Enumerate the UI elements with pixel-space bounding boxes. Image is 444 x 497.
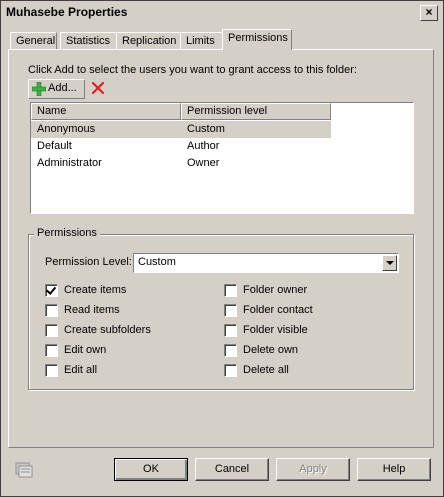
apply-button[interactable]: Apply bbox=[276, 458, 350, 481]
tab-replication[interactable]: Replication bbox=[116, 32, 189, 50]
window-title: Muhasebe Properties bbox=[6, 5, 128, 19]
remove-user-icon[interactable] bbox=[90, 80, 106, 96]
checkbox-label: Folder visible bbox=[243, 324, 308, 336]
help-button[interactable]: Help bbox=[357, 458, 431, 481]
tab-limits[interactable]: Limits bbox=[180, 32, 226, 50]
checkbox-box[interactable] bbox=[224, 284, 237, 297]
checkbox-box[interactable] bbox=[224, 364, 237, 377]
chevron-down-icon[interactable] bbox=[382, 255, 397, 271]
add-plus-icon bbox=[32, 82, 46, 96]
row-name: Default bbox=[37, 140, 72, 152]
checkbox-label: Edit all bbox=[64, 364, 98, 376]
checkbox-box[interactable] bbox=[45, 324, 58, 337]
column-header-permission-level[interactable]: Permission level bbox=[181, 103, 331, 120]
checkbox-box[interactable] bbox=[224, 344, 237, 357]
checkbox-box[interactable] bbox=[45, 304, 58, 317]
add-user-button[interactable]: Add... bbox=[28, 79, 85, 99]
row-name: Anonymous bbox=[37, 123, 96, 135]
user-permission-list[interactable]: Name Permission level Anonymous Custom D… bbox=[30, 102, 414, 214]
row-permission-level: Custom bbox=[187, 123, 225, 135]
row-permission-level: Author bbox=[187, 140, 220, 152]
checkbox-box[interactable] bbox=[224, 324, 237, 337]
checkbox-box[interactable] bbox=[45, 284, 58, 297]
tab-permissions[interactable]: Permissions bbox=[222, 29, 292, 50]
checkbox-box[interactable] bbox=[45, 364, 58, 377]
permission-level-select[interactable]: Custom bbox=[133, 253, 399, 273]
list-row-default[interactable]: Default Author bbox=[31, 138, 331, 155]
checkbox-label: Read items bbox=[64, 304, 120, 316]
row-name: Administrator bbox=[37, 157, 102, 169]
column-header-name[interactable]: Name bbox=[31, 103, 181, 120]
cancel-button[interactable]: Cancel bbox=[195, 458, 269, 481]
checkbox-label: Folder contact bbox=[243, 304, 313, 316]
ok-button[interactable]: OK bbox=[114, 458, 188, 481]
permission-level-value: Custom bbox=[138, 256, 176, 268]
checkbox-label: Delete all bbox=[243, 364, 289, 376]
checkbox-label: Create items bbox=[64, 284, 127, 296]
tab-statistics[interactable]: Statistics bbox=[60, 32, 121, 50]
checkbox-label: Delete own bbox=[243, 344, 299, 356]
permissions-group-label: Permissions bbox=[34, 227, 100, 239]
checkbox-label: Folder owner bbox=[243, 284, 308, 296]
permission-level-label: Permission Level: bbox=[45, 256, 132, 268]
checkbox-label: Create subfolders bbox=[64, 324, 151, 336]
add-button-label: Add... bbox=[48, 82, 77, 94]
row-permission-level: Owner bbox=[187, 157, 220, 169]
checkbox-box[interactable] bbox=[45, 344, 58, 357]
list-row-anonymous[interactable]: Anonymous Custom bbox=[31, 121, 331, 138]
properties-sheet-icon bbox=[15, 462, 33, 478]
close-button[interactable]: × bbox=[420, 5, 438, 21]
list-row-administrator[interactable]: Administrator Owner bbox=[31, 155, 331, 172]
checkbox-label: Edit own bbox=[64, 344, 107, 356]
title-bar: Muhasebe Properties × bbox=[1, 1, 443, 25]
checkbox-box[interactable] bbox=[224, 304, 237, 317]
list-header: Name Permission level bbox=[31, 103, 413, 120]
tab-general[interactable]: General bbox=[10, 32, 57, 50]
instructions-text: Click Add to select the users you want t… bbox=[28, 64, 357, 76]
